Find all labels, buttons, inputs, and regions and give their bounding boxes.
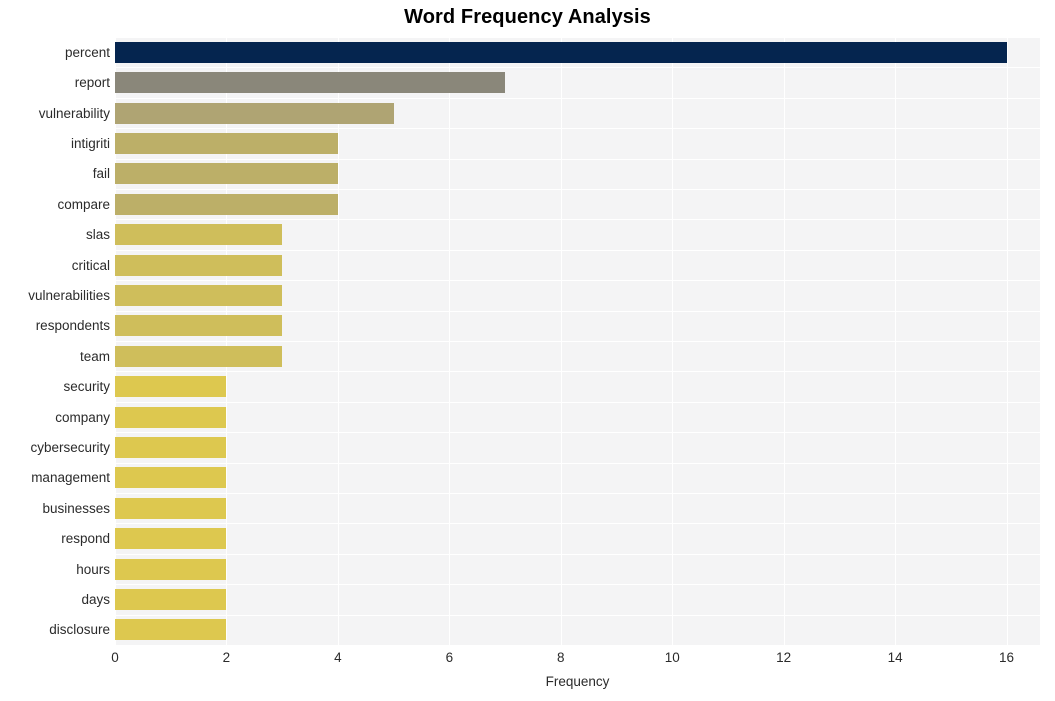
x-axis-tick-label: 14	[887, 650, 903, 665]
y-axis-tick-label: businesses	[42, 500, 110, 516]
x-axis-tick-label: 4	[334, 650, 342, 665]
y-gridline	[115, 615, 1040, 616]
x-axis-tick-label: 16	[999, 650, 1015, 665]
bar	[115, 436, 227, 458]
y-gridline	[115, 523, 1040, 524]
y-axis-tick-label: report	[74, 75, 110, 91]
bar	[115, 41, 1007, 63]
y-axis-tick-label: respondents	[35, 318, 110, 334]
y-axis-tick-label: critical	[71, 257, 110, 273]
x-axis-tick-label: 6	[445, 650, 454, 665]
y-gridline	[115, 432, 1040, 433]
y-gridline	[115, 341, 1040, 342]
y-gridline	[115, 250, 1040, 251]
y-axis-tick-label: company	[55, 409, 110, 425]
y-gridline	[115, 584, 1040, 585]
y-gridline	[115, 402, 1040, 403]
bar	[115, 376, 227, 398]
bar	[115, 163, 338, 185]
y-axis-tick-label: fail	[92, 166, 110, 182]
bar	[115, 558, 227, 580]
y-axis-tick-label: management	[31, 470, 110, 486]
x-axis-tick-label: 2	[222, 650, 231, 665]
y-axis-tick-label: respond	[61, 531, 110, 547]
bar	[115, 132, 338, 154]
bar	[115, 467, 227, 489]
y-axis-tick-label: team	[79, 348, 110, 364]
y-gridline	[115, 463, 1040, 464]
y-gridline	[115, 159, 1040, 160]
y-gridline	[115, 189, 1040, 190]
bar	[115, 224, 283, 246]
x-axis-tick-labels: 0 2 4 6 8 10 12 14 16	[0, 650, 1055, 672]
y-axis-tick-label: days	[81, 591, 110, 607]
y-axis-tick-label: vulnerabilities	[28, 287, 110, 303]
word-frequency-chart: Word Frequency Analysis percent report vul…	[0, 0, 1055, 701]
y-axis-tick-label: vulnerability	[38, 105, 110, 121]
y-gridline	[115, 128, 1040, 129]
bar	[115, 193, 338, 215]
y-axis-tick-label: compare	[57, 196, 110, 212]
bar	[115, 345, 283, 367]
y-axis-tick-label: intigriti	[70, 135, 110, 151]
bar	[115, 315, 283, 337]
bar	[115, 528, 227, 550]
y-gridline	[115, 311, 1040, 312]
y-axis-tick-labels: percent report vulnerability intigriti fail c…	[0, 37, 110, 645]
x-axis-tick-label: 10	[664, 650, 680, 665]
bar	[115, 588, 227, 610]
chart-title: Word Frequency Analysis	[404, 6, 651, 28]
y-gridline	[115, 67, 1040, 68]
y-axis-tick-label: hours	[76, 561, 110, 577]
y-gridline	[115, 37, 1040, 38]
bar	[115, 102, 394, 124]
y-gridline	[115, 493, 1040, 494]
bar	[115, 619, 227, 641]
y-axis-tick-label: cybersecurity	[30, 439, 110, 455]
bar	[115, 72, 506, 94]
y-gridline	[115, 280, 1040, 281]
x-axis-tick-label: 8	[557, 650, 565, 665]
plot-area	[115, 37, 1040, 645]
x-axis-tick-label: 0	[111, 650, 119, 665]
y-gridline	[115, 554, 1040, 555]
y-gridline	[115, 371, 1040, 372]
x-axis-label: Frequency	[545, 674, 610, 689]
y-axis-tick-label: slas	[85, 227, 110, 243]
y-axis-tick-label: percent	[64, 44, 110, 60]
y-axis-tick-label: disclosure	[49, 622, 110, 638]
bar	[115, 254, 283, 276]
x-axis-tick-label: 12	[776, 650, 792, 665]
bar	[115, 497, 227, 519]
y-gridline	[115, 98, 1040, 99]
bar	[115, 284, 283, 306]
y-gridline	[115, 219, 1040, 220]
bar	[115, 406, 227, 428]
y-axis-tick-label: security	[63, 379, 110, 395]
